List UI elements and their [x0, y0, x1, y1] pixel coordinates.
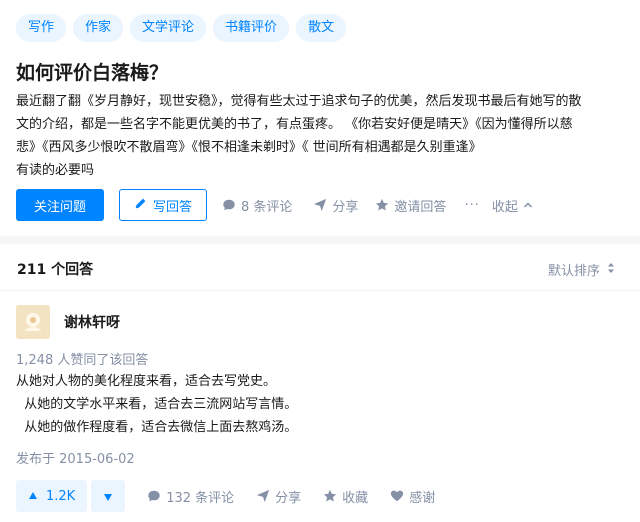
answers-header: 211 个回答 默认排序 [0, 244, 640, 291]
vote-summary: 1,248 人赞同了该回答 [16, 353, 149, 368]
topic-tag[interactable]: 作家 [73, 14, 124, 42]
write-answer-button[interactable]: 写回答 [119, 189, 207, 221]
author-name[interactable]: 谢林轩呀 [64, 312, 120, 332]
thanks-button[interactable]: 感谢 [390, 487, 435, 506]
question-card: 写作 作家 文学评论 书籍评价 散文 如何评价白落梅？ 最近翻了翻《岁月静好，现… [0, 0, 640, 236]
write-answer-label: 写回答 [152, 199, 192, 215]
downvote-button[interactable] [91, 480, 126, 512]
favorite-button[interactable]: 收藏 [323, 487, 368, 506]
comment-icon [147, 489, 161, 503]
answer-share-button[interactable]: 分享 [256, 487, 301, 506]
question-comments-label: 8 条评论 [241, 199, 293, 215]
chevron-up-icon [523, 200, 533, 210]
topic-tag[interactable]: 散文 [296, 14, 347, 42]
question-share-button[interactable]: 分享 [313, 196, 358, 215]
sort-icon [606, 262, 616, 278]
detail-line: 有读的必要吗 [16, 163, 95, 178]
topic-tags: 写作 作家 文学评论 书籍评价 散文 [16, 14, 347, 42]
publish-date[interactable]: 发布于 2015-06-02 [16, 448, 135, 467]
collapse-label: 收起 [491, 199, 518, 215]
sort-label: 默认排序 [547, 264, 600, 279]
upvote-triangle-icon [28, 489, 38, 504]
topic-tag[interactable]: 文学评论 [130, 14, 207, 42]
favorite-label: 收藏 [342, 490, 369, 506]
invite-answer-button[interactable]: 邀请回答 [375, 196, 446, 215]
answer-comments-label: 132 条评论 [166, 490, 235, 506]
share-icon [313, 198, 327, 212]
detail-line: 最近翻了翻《岁月静好，现世安稳》，觉得有些太过于追求句子的优美，然后发现书最后有… [16, 94, 582, 109]
answer-actions: 1.2K 132 条评论 分享 收藏 感谢 [16, 480, 435, 512]
answer-comments-button[interactable]: 132 条评论 [147, 487, 234, 506]
sort-button[interactable]: 默认排序 [548, 260, 616, 279]
answer-author: 谢林轩呀 [16, 305, 120, 339]
question-share-label: 分享 [332, 199, 359, 215]
content-line: 从她对人物的美化程度来看，适合去写党史。 [16, 374, 277, 389]
star-icon [323, 489, 337, 503]
upvote-button[interactable]: 1.2K [16, 480, 88, 512]
answer-count: 211 个回答 [17, 262, 94, 278]
thanks-label: 感谢 [409, 490, 436, 506]
heart-icon [390, 489, 404, 503]
content-line: 从她的做作程度看，适合去微信上面去熬鸡汤。 [16, 420, 298, 435]
question-detail: 最近翻了翻《岁月静好，现世安稳》，觉得有些太过于追求句子的优美，然后发现书最后有… [16, 90, 624, 182]
answer-content: 从她对人物的美化程度来看，适合去写党史。 从她的文学水平来看，适合去三流网站写言… [16, 370, 297, 439]
question-actions: 关注问题 写回答 8 条评论 分享 邀请回答 ··· 收起 [16, 189, 533, 221]
topic-tag[interactable]: 书籍评价 [213, 14, 290, 42]
collapse-button[interactable]: 收起 [492, 196, 533, 215]
detail-line: 文的介绍，都是一些名字不能更优美的书了，有点蛋疼。 《你若安好便是晴天》《因为懂… [16, 117, 573, 132]
invite-star-icon [375, 198, 389, 212]
downvote-triangle-icon [103, 487, 113, 506]
more-button[interactable]: ··· [464, 198, 479, 213]
topic-tag[interactable]: 写作 [16, 14, 67, 42]
question-title[interactable]: 如何评价白落梅？ [16, 58, 168, 85]
invite-answer-label: 邀请回答 [394, 199, 447, 215]
follow-question-button[interactable]: 关注问题 [16, 189, 104, 221]
detail-line: 悲》《西风多少恨吹不散眉弯》《恨不相逢未剃时》《 世间所有相遇都是久别重逢》 [16, 140, 482, 155]
answer-share-label: 分享 [275, 490, 302, 506]
question-comments-button[interactable]: 8 条评论 [222, 196, 292, 215]
answers-card: 211 个回答 默认排序 谢林轩呀 1,248 人赞同了该回答 从她对人物的美化… [0, 244, 640, 522]
content-line: 从她的文学水平来看，适合去三流网站写言情。 [16, 397, 298, 412]
avatar[interactable] [16, 305, 50, 339]
share-icon [256, 489, 270, 503]
comment-icon [222, 198, 236, 212]
upvote-count: 1.2K [46, 488, 76, 504]
pencil-icon [134, 197, 147, 214]
